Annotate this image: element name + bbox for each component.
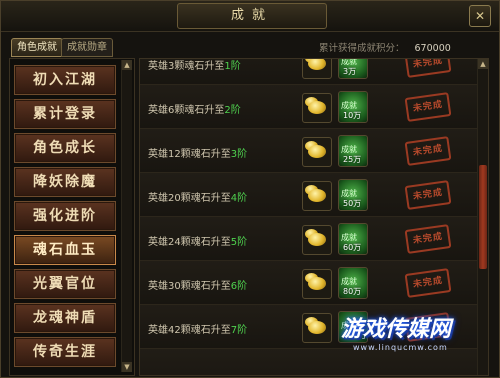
gold-coin-icon[interactable] [302,137,332,167]
achievement-point-reward-icon[interactable]: 成就 25万 [338,135,368,167]
status-stamp: 未完成 [404,59,452,78]
achievement-point-reward-icon[interactable]: 成就 50万 [338,179,368,211]
scrollbar-thumb[interactable] [479,165,487,269]
points-label: 累计获得成就积分： [319,43,405,54]
status-stamp: 未完成 [404,224,452,254]
achievement-row: 英雄3颗魂石升至1阶 成就 3万 未完成 [140,59,478,85]
category-jueSeChengZhang[interactable]: 角色成长 [14,133,116,163]
status-stamp: 未完成 [404,268,452,298]
achievement-point-reward-icon[interactable]: 成就 80万 [338,267,368,299]
achievement-window: 成就 ✕ 角色成就 成就勋章 累计获得成就积分： 670000 初入江湖 累计登录… [0,0,500,378]
scroll-up-arrow-icon[interactable]: ▲ [478,59,488,69]
gold-coin-icon[interactable] [302,181,332,211]
category-guangYiGuanWei[interactable]: 光翼官位 [14,269,116,299]
scroll-down-arrow-icon[interactable]: ▼ [122,362,132,372]
achievement-row: 英雄30颗魂石升至6阶 成就 80万 未完成 [140,261,478,305]
achievement-name: 英雄3颗魂石升至1阶 [148,61,241,72]
achievement-point-reward-icon[interactable]: 成就 3万 [338,59,368,79]
scroll-up-arrow-icon[interactable]: ▲ [122,60,132,70]
category-qiangHuaJinJie[interactable]: 强化进阶 [14,201,116,231]
category-xiangYaoChuMo[interactable]: 降妖除魔 [14,167,116,197]
category-longHunShenDun[interactable]: 龙魂神盾 [14,303,116,333]
gold-coin-icon[interactable] [302,269,332,299]
category-chuRuJiangHu[interactable]: 初入江湖 [14,65,116,95]
achievement-row: 英雄12颗魂石升至3阶 成就 25万 未完成 [140,129,478,173]
achievement-name: 英雄20颗魂石升至4阶 [148,193,248,204]
achievement-points: 累计获得成就积分： 670000 [319,40,451,54]
achievement-point-reward-icon[interactable]: 成就 10万 [338,91,368,123]
title-bar: 成就 ✕ [1,1,499,32]
points-value: 670000 [414,43,451,54]
window-title: 成就 [177,3,327,29]
achievement-row: 英雄20颗魂石升至4阶 成就 50万 未完成 [140,173,478,217]
site-watermark: 游戏传媒网 www.linqucmw.com [323,301,499,363]
tab-character-achievements[interactable]: 角色成就 [11,38,63,57]
achievement-row: 英雄6颗魂石升至2阶 成就 10万 未完成 [140,85,478,129]
status-stamp: 未完成 [404,92,452,122]
achievement-name: 英雄42颗魂石升至7阶 [148,325,248,336]
category-chuanQiShengYa[interactable]: 传奇生涯 [14,337,116,367]
watermark-logo-text: 游戏传媒网 [341,316,452,342]
status-stamp: 未完成 [404,180,452,210]
gold-coin-icon[interactable] [302,93,332,123]
tab-achievement-medals[interactable]: 成就勋章 [61,38,113,57]
achievement-point-reward-icon[interactable]: 成就 60万 [338,223,368,255]
gold-coin-icon[interactable] [302,59,332,79]
achievement-row: 英雄24颗魂石升至5阶 成就 60万 未完成 [140,217,478,261]
category-leiJiDengLu[interactable]: 累计登录 [14,99,116,129]
category-list: 初入江湖 累计登录 角色成长 降妖除魔 强化进阶 魂石血玉 光翼官位 龙魂神盾 … [9,58,135,376]
gold-coin-icon[interactable] [302,225,332,255]
achievement-name: 英雄24颗魂石升至5阶 [148,237,248,248]
status-stamp: 未完成 [404,136,452,166]
watermark-url: www.linqucmw.com [353,343,448,352]
category-hunShiXueYu[interactable]: 魂石血玉 [14,235,116,265]
achievement-name: 英雄30颗魂石升至6阶 [148,281,248,292]
achievement-name: 英雄12颗魂石升至3阶 [148,149,248,160]
category-scrollbar[interactable]: ▲ ▼ [121,60,132,372]
close-button[interactable]: ✕ [469,5,491,27]
achievement-name: 英雄6颗魂石升至2阶 [148,105,241,116]
